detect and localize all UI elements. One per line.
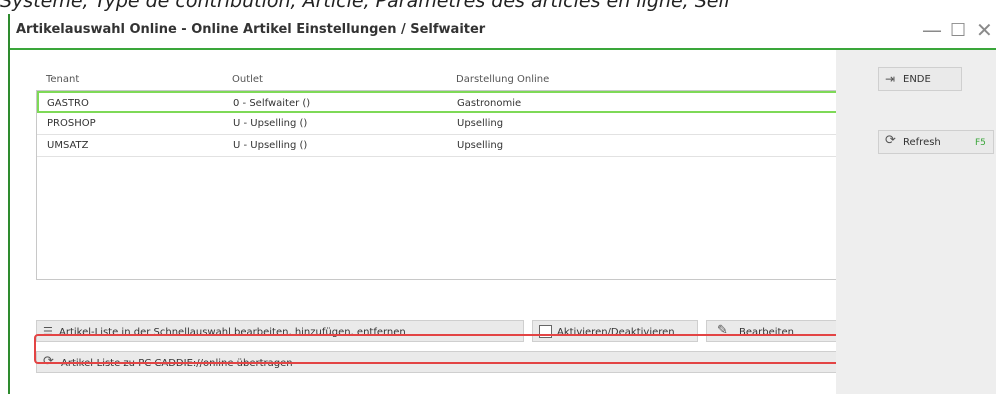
cell-tenant: UMSATZ <box>47 140 89 151</box>
cell-darstellung: Upselling <box>457 118 504 129</box>
refresh-shortcut: F5 <box>975 138 986 148</box>
app-window: Artikelauswahl Online - Online Artikel E… <box>8 14 996 394</box>
minimize-button[interactable]: — <box>922 18 942 42</box>
table-row[interactable]: UMSATZ U - Upselling () Upselling <box>37 135 839 157</box>
window-title: Artikelauswahl Online - Online Artikel E… <box>16 22 486 37</box>
tenant-table: GASTRO 0 - Selfwaiter () Gastronomie PRO… <box>36 90 840 280</box>
side-panel: ⇥ ENDE ⟳ Refresh F5 <box>836 50 996 394</box>
cell-tenant: GASTRO <box>47 98 89 109</box>
table-row[interactable]: PROSHOP U - Upselling () Upselling <box>37 113 839 135</box>
cell-tenant: PROSHOP <box>47 118 96 129</box>
column-header-tenant: Tenant <box>46 74 80 85</box>
cell-outlet: U - Upselling () <box>233 140 308 151</box>
ende-label: ENDE <box>903 74 931 85</box>
page-caption: Système, Type de contribution, Article, … <box>0 0 731 12</box>
maximize-button[interactable]: ☐ <box>950 20 966 41</box>
cell-outlet: 0 - Selfwaiter () <box>233 98 311 109</box>
cell-outlet: U - Upselling () <box>233 118 308 129</box>
refresh-button[interactable]: ⟳ Refresh F5 <box>878 130 994 154</box>
table-header: Tenant Outlet Darstellung Online <box>36 70 840 90</box>
title-bar: Artikelauswahl Online - Online Artikel E… <box>10 14 996 50</box>
exit-icon: ⇥ <box>885 72 896 86</box>
cell-darstellung: Upselling <box>457 140 504 151</box>
transfer-highlight <box>34 334 850 364</box>
refresh-icon: ⟳ <box>885 133 896 148</box>
ende-button[interactable]: ⇥ ENDE <box>878 67 962 91</box>
column-header-outlet: Outlet <box>232 74 263 85</box>
table-row[interactable]: GASTRO 0 - Selfwaiter () Gastronomie <box>37 91 839 113</box>
refresh-label: Refresh <box>903 137 941 148</box>
cell-darstellung: Gastronomie <box>457 98 522 109</box>
close-button[interactable]: ✕ <box>976 18 993 42</box>
column-header-darstellung: Darstellung Online <box>456 74 550 85</box>
